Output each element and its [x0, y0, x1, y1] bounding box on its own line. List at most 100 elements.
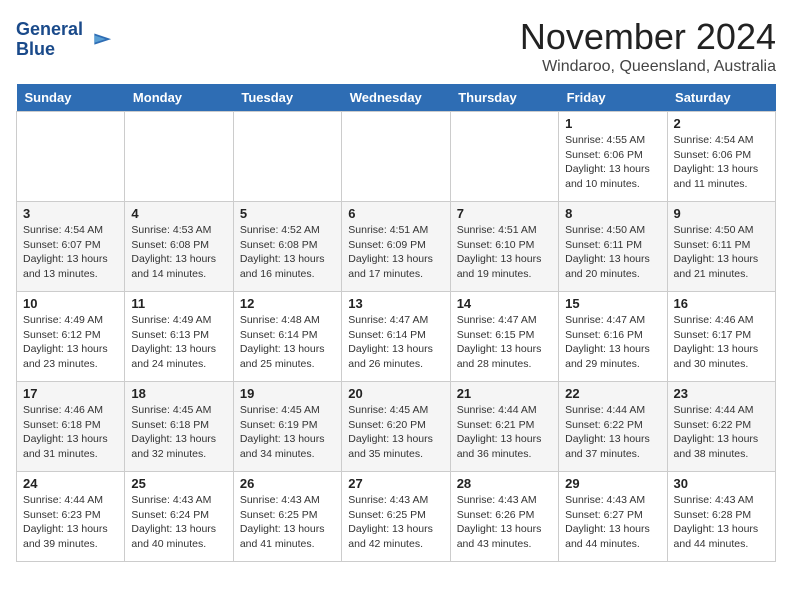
- calendar-cell: [125, 112, 233, 202]
- calendar-cell: 22 Sunrise: 4:44 AM Sunset: 6:22 PM Dayli…: [559, 382, 667, 472]
- cell-info: Sunrise: 4:48 AM Sunset: 6:14 PM Dayligh…: [240, 313, 335, 372]
- cell-info: Sunrise: 4:54 AM Sunset: 6:07 PM Dayligh…: [23, 223, 118, 282]
- day-number: 14: [457, 296, 552, 311]
- calendar-cell: 3 Sunrise: 4:54 AM Sunset: 6:07 PM Daylig…: [17, 202, 125, 292]
- cell-info: Sunrise: 4:50 AM Sunset: 6:11 PM Dayligh…: [565, 223, 660, 282]
- calendar-cell: 2 Sunrise: 4:54 AM Sunset: 6:06 PM Daylig…: [667, 112, 775, 202]
- day-number: 4: [131, 206, 226, 221]
- calendar-cell: 19 Sunrise: 4:45 AM Sunset: 6:19 PM Dayli…: [233, 382, 341, 472]
- day-number: 16: [674, 296, 769, 311]
- day-number: 9: [674, 206, 769, 221]
- col-header-thursday: Thursday: [450, 84, 558, 112]
- day-number: 25: [131, 476, 226, 491]
- day-number: 30: [674, 476, 769, 491]
- cell-info: Sunrise: 4:55 AM Sunset: 6:06 PM Dayligh…: [565, 133, 660, 192]
- calendar-table: SundayMondayTuesdayWednesdayThursdayFrid…: [16, 84, 776, 562]
- month-title: November 2024: [520, 16, 776, 58]
- day-number: 2: [674, 116, 769, 131]
- day-number: 28: [457, 476, 552, 491]
- cell-info: Sunrise: 4:44 AM Sunset: 6:23 PM Dayligh…: [23, 493, 118, 552]
- logo-icon: [85, 26, 113, 54]
- day-number: 10: [23, 296, 118, 311]
- cell-info: Sunrise: 4:43 AM Sunset: 6:25 PM Dayligh…: [348, 493, 443, 552]
- calendar-cell: 14 Sunrise: 4:47 AM Sunset: 6:15 PM Dayli…: [450, 292, 558, 382]
- calendar-cell: 20Sunrise: 4:45 AM Sunset: 6:20 PM Dayli…: [342, 382, 450, 472]
- day-number: 24: [23, 476, 118, 491]
- cell-info: Sunrise: 4:45 AM Sunset: 6:20 PM Dayligh…: [348, 403, 443, 462]
- cell-info: Sunrise: 4:43 AM Sunset: 6:28 PM Dayligh…: [674, 493, 769, 552]
- day-number: 3: [23, 206, 118, 221]
- day-number: 23: [674, 386, 769, 401]
- col-header-wednesday: Wednesday: [342, 84, 450, 112]
- day-number: 21: [457, 386, 552, 401]
- calendar-cell: [17, 112, 125, 202]
- day-number: 29: [565, 476, 660, 491]
- day-number: 11: [131, 296, 226, 311]
- day-number: 26: [240, 476, 335, 491]
- cell-info: Sunrise: 4:44 AM Sunset: 6:22 PM Dayligh…: [565, 403, 660, 462]
- calendar-cell: 4 Sunrise: 4:53 AM Sunset: 6:08 PM Daylig…: [125, 202, 233, 292]
- cell-info: Sunrise: 4:46 AM Sunset: 6:18 PM Dayligh…: [23, 403, 118, 462]
- cell-info: Sunrise: 4:43 AM Sunset: 6:25 PM Dayligh…: [240, 493, 335, 552]
- location-title: Windaroo, Queensland, Australia: [520, 58, 776, 76]
- col-header-tuesday: Tuesday: [233, 84, 341, 112]
- day-number: 17: [23, 386, 118, 401]
- day-number: 12: [240, 296, 335, 311]
- calendar-cell: 11Sunrise: 4:49 AM Sunset: 6:13 PM Dayli…: [125, 292, 233, 382]
- day-number: 7: [457, 206, 552, 221]
- day-number: 22: [565, 386, 660, 401]
- calendar-cell: 7Sunrise: 4:51 AM Sunset: 6:10 PM Daylig…: [450, 202, 558, 292]
- calendar-cell: [342, 112, 450, 202]
- day-number: 15: [565, 296, 660, 311]
- day-number: 13: [348, 296, 443, 311]
- cell-info: Sunrise: 4:53 AM Sunset: 6:08 PM Dayligh…: [131, 223, 226, 282]
- cell-info: Sunrise: 4:43 AM Sunset: 6:27 PM Dayligh…: [565, 493, 660, 552]
- week-row-3: 10Sunrise: 4:49 AM Sunset: 6:12 PM Dayli…: [17, 292, 776, 382]
- cell-info: Sunrise: 4:47 AM Sunset: 6:16 PM Dayligh…: [565, 313, 660, 372]
- col-header-friday: Friday: [559, 84, 667, 112]
- calendar-cell: 5 Sunrise: 4:52 AM Sunset: 6:08 PM Daylig…: [233, 202, 341, 292]
- calendar-cell: 16 Sunrise: 4:46 AM Sunset: 6:17 PM Dayli…: [667, 292, 775, 382]
- cell-info: Sunrise: 4:44 AM Sunset: 6:21 PM Dayligh…: [457, 403, 552, 462]
- calendar-cell: 6Sunrise: 4:51 AM Sunset: 6:09 PM Daylig…: [342, 202, 450, 292]
- calendar-cell: [233, 112, 341, 202]
- col-header-sunday: Sunday: [17, 84, 125, 112]
- calendar-cell: 13 Sunrise: 4:47 AM Sunset: 6:14 PM Dayli…: [342, 292, 450, 382]
- calendar-cell: 21 Sunrise: 4:44 AM Sunset: 6:21 PM Dayli…: [450, 382, 558, 472]
- calendar-cell: 23 Sunrise: 4:44 AM Sunset: 6:22 PM Dayli…: [667, 382, 775, 472]
- cell-info: Sunrise: 4:46 AM Sunset: 6:17 PM Dayligh…: [674, 313, 769, 372]
- calendar-cell: 28 Sunrise: 4:43 AM Sunset: 6:26 PM Dayli…: [450, 472, 558, 562]
- calendar-cell: 27 Sunrise: 4:43 AM Sunset: 6:25 PM Dayli…: [342, 472, 450, 562]
- day-number: 27: [348, 476, 443, 491]
- logo-text: General Blue: [16, 20, 83, 60]
- cell-info: Sunrise: 4:44 AM Sunset: 6:22 PM Dayligh…: [674, 403, 769, 462]
- col-header-saturday: Saturday: [667, 84, 775, 112]
- cell-info: Sunrise: 4:43 AM Sunset: 6:26 PM Dayligh…: [457, 493, 552, 552]
- calendar-cell: 1 Sunrise: 4:55 AM Sunset: 6:06 PM Daylig…: [559, 112, 667, 202]
- cell-info: Sunrise: 4:45 AM Sunset: 6:18 PM Dayligh…: [131, 403, 226, 462]
- cell-info: Sunrise: 4:54 AM Sunset: 6:06 PM Dayligh…: [674, 133, 769, 192]
- cell-info: Sunrise: 4:52 AM Sunset: 6:08 PM Dayligh…: [240, 223, 335, 282]
- cell-info: Sunrise: 4:45 AM Sunset: 6:19 PM Dayligh…: [240, 403, 335, 462]
- calendar-cell: 17 Sunrise: 4:46 AM Sunset: 6:18 PM Dayli…: [17, 382, 125, 472]
- cell-info: Sunrise: 4:47 AM Sunset: 6:15 PM Dayligh…: [457, 313, 552, 372]
- day-number: 19: [240, 386, 335, 401]
- header-row: SundayMondayTuesdayWednesdayThursdayFrid…: [17, 84, 776, 112]
- day-number: 1: [565, 116, 660, 131]
- day-number: 8: [565, 206, 660, 221]
- calendar-cell: 12 Sunrise: 4:48 AM Sunset: 6:14 PM Dayli…: [233, 292, 341, 382]
- cell-info: Sunrise: 4:51 AM Sunset: 6:09 PM Dayligh…: [348, 223, 443, 282]
- calendar-cell: [450, 112, 558, 202]
- calendar-cell: 24 Sunrise: 4:44 AM Sunset: 6:23 PM Dayli…: [17, 472, 125, 562]
- cell-info: Sunrise: 4:43 AM Sunset: 6:24 PM Dayligh…: [131, 493, 226, 552]
- week-row-5: 24 Sunrise: 4:44 AM Sunset: 6:23 PM Dayli…: [17, 472, 776, 562]
- day-number: 5: [240, 206, 335, 221]
- cell-info: Sunrise: 4:47 AM Sunset: 6:14 PM Dayligh…: [348, 313, 443, 372]
- calendar-cell: 25 Sunrise: 4:43 AM Sunset: 6:24 PM Dayli…: [125, 472, 233, 562]
- week-row-1: 1 Sunrise: 4:55 AM Sunset: 6:06 PM Daylig…: [17, 112, 776, 202]
- calendar-cell: 15 Sunrise: 4:47 AM Sunset: 6:16 PM Dayli…: [559, 292, 667, 382]
- calendar-cell: 8 Sunrise: 4:50 AM Sunset: 6:11 PM Daylig…: [559, 202, 667, 292]
- calendar-cell: 18Sunrise: 4:45 AM Sunset: 6:18 PM Dayli…: [125, 382, 233, 472]
- calendar-cell: 30 Sunrise: 4:43 AM Sunset: 6:28 PM Dayli…: [667, 472, 775, 562]
- calendar-cell: 29 Sunrise: 4:43 AM Sunset: 6:27 PM Dayli…: [559, 472, 667, 562]
